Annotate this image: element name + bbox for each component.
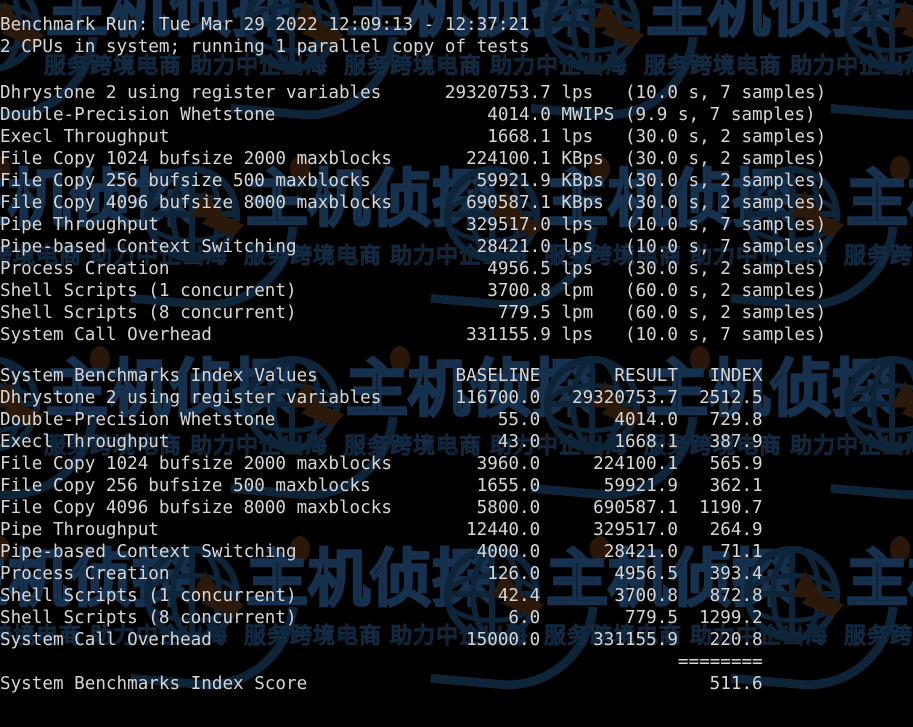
benchmark-result-row: Shell Scripts (1 concurrent) 3700.8 lpm … <box>0 281 827 301</box>
benchmark-result-row: File Copy 256 bufsize 500 maxblocks 5992… <box>0 171 827 191</box>
benchmark-result-row: File Copy 4096 bufsize 8000 maxblocks 69… <box>0 193 827 213</box>
benchmark-run-header: Benchmark Run: Tue Mar 29 2022 12:09:13 … <box>0 15 530 35</box>
divider-rule-bottom-text: ----------------------------------------… <box>0 715 913 721</box>
benchmark-result-row: Shell Scripts (8 concurrent) 779.5 lpm (… <box>0 303 827 323</box>
index-score-row: System Benchmarks Index Score 511.6 <box>0 674 763 694</box>
index-value-row: Shell Scripts (8 concurrent) 6.0 779.5 1… <box>0 608 763 628</box>
terminal-window: 主机侦探 服务跨境电商 助力中企出海 主机侦探 服务跨境电商 助力中企出海 主机侦探 服务… <box>0 0 913 727</box>
benchmark-result-row: System Call Overhead 331155.9 lps (10.0 … <box>0 325 827 345</box>
divider-rule-bottom: ----------------------------------------… <box>0 715 913 721</box>
terminal-output: ----------------------------------------… <box>0 0 913 727</box>
benchmark-result-row: Double-Precision Whetstone 4014.0 MWIPS … <box>0 105 816 125</box>
divider-rule-top-text: ----------------------------------------… <box>0 0 913 6</box>
index-value-row: Execl Throughput 43.0 1668.1 387.9 <box>0 432 763 452</box>
index-value-row: System Call Overhead 15000.0 331155.9 22… <box>0 630 763 650</box>
index-value-row: Double-Precision Whetstone 55.0 4014.0 7… <box>0 410 763 430</box>
benchmark-result-row: Execl Throughput 1668.1 lps (30.0 s, 2 s… <box>0 127 827 147</box>
index-value-row: Shell Scripts (1 concurrent) 42.4 3700.8… <box>0 586 763 606</box>
benchmark-result-row: File Copy 1024 bufsize 2000 maxblocks 22… <box>0 149 827 169</box>
index-value-row: File Copy 4096 bufsize 8000 maxblocks 58… <box>0 498 763 518</box>
index-value-row: Pipe-based Context Switching 4000.0 2842… <box>0 542 763 562</box>
score-separator: ======== <box>0 652 763 672</box>
index-value-row: File Copy 256 bufsize 500 maxblocks 1655… <box>0 476 763 496</box>
divider-rule-top: ----------------------------------------… <box>0 0 913 6</box>
index-value-row: Process Creation 126.0 4956.5 393.4 <box>0 564 763 584</box>
cpu-info-header: 2 CPUs in system; running 1 parallel cop… <box>0 37 530 57</box>
index-value-row: Pipe Throughput 12440.0 329517.0 264.9 <box>0 520 763 540</box>
index-values-header: System Benchmarks Index Values BASELINE … <box>0 366 763 386</box>
benchmark-result-row: Dhrystone 2 using register variables 293… <box>0 83 827 103</box>
index-value-row: File Copy 1024 bufsize 2000 maxblocks 39… <box>0 454 763 474</box>
benchmark-result-row: Pipe-based Context Switching 28421.0 lps… <box>0 237 827 257</box>
benchmark-result-row: Process Creation 4956.5 lps (30.0 s, 2 s… <box>0 259 827 279</box>
benchmark-result-row: Pipe Throughput 329517.0 lps (10.0 s, 7 … <box>0 215 827 235</box>
index-value-row: Dhrystone 2 using register variables 116… <box>0 388 763 408</box>
